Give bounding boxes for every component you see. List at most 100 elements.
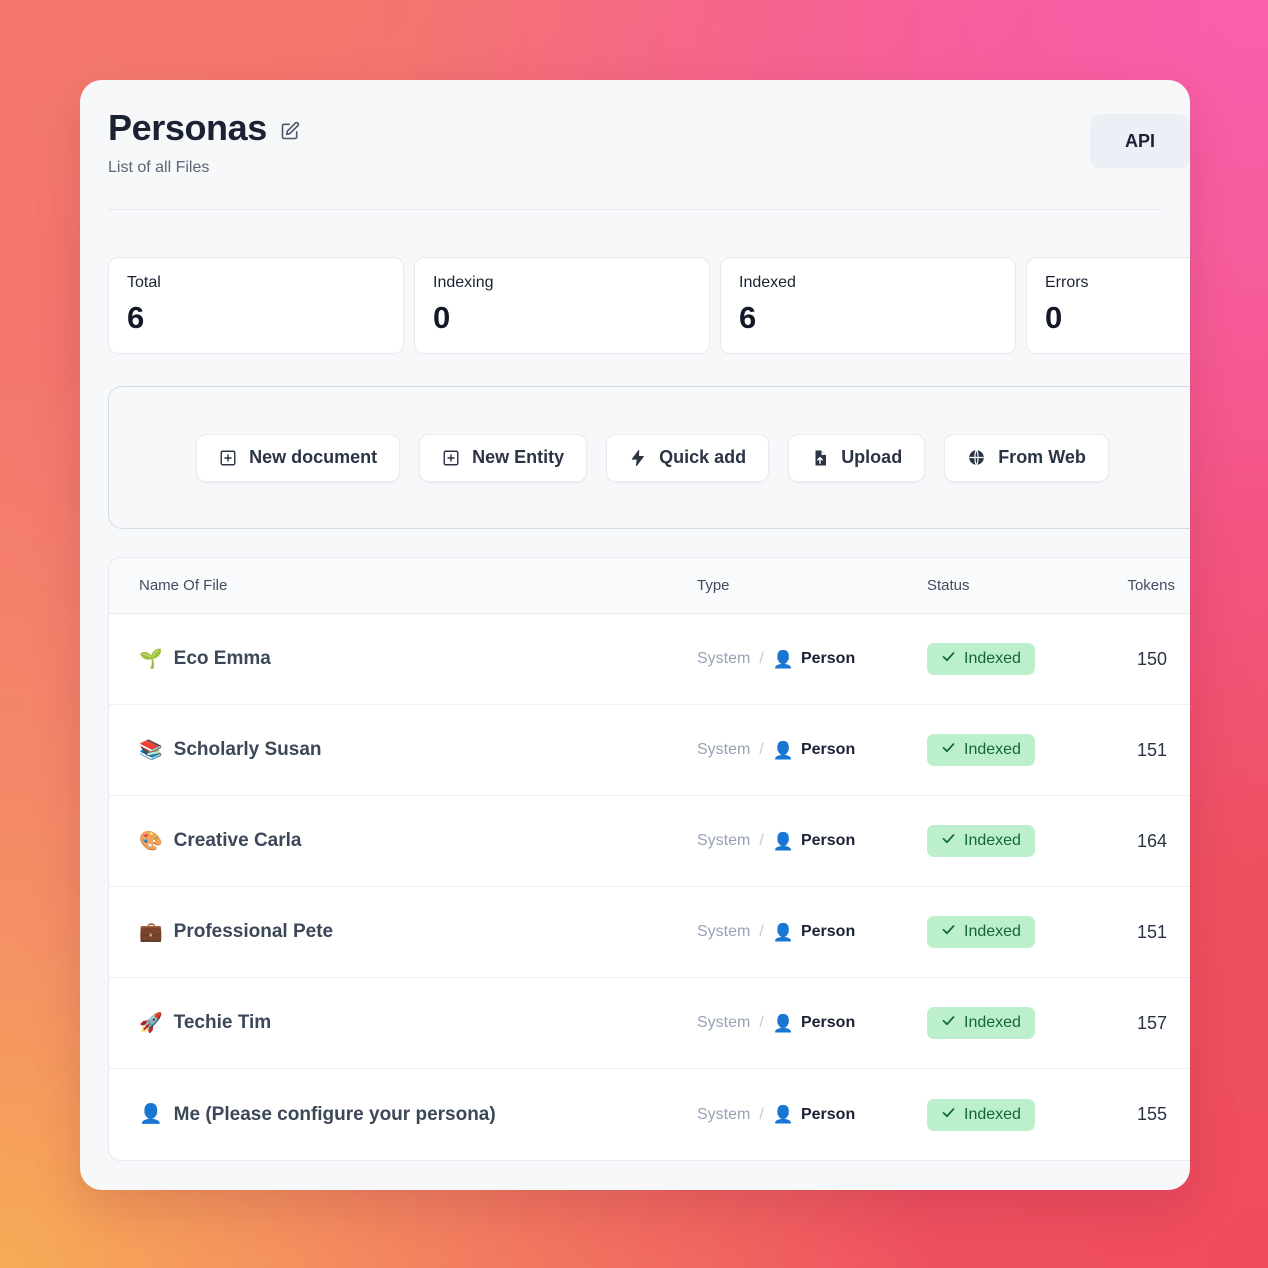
check-icon <box>941 740 956 760</box>
type-person-label: Person <box>800 1105 856 1123</box>
check-icon <box>941 1105 956 1125</box>
table-row[interactable]: 🌱 Eco Emma System / 👤 Person Indexed 150 <box>109 614 1190 706</box>
file-type-cell: System / 👤 Person <box>697 741 927 759</box>
status-label: Indexed <box>964 1014 1021 1032</box>
file-tokens-cell: 151 <box>1136 739 1167 760</box>
status-label: Indexed <box>964 923 1021 941</box>
file-name-label: Scholarly Susan <box>173 739 322 761</box>
stat-value: 6 <box>739 299 757 335</box>
person-icon: 👤 <box>772 649 794 669</box>
file-name-cell[interactable]: 💼 Professional Pete <box>109 921 697 943</box>
table-header-row: Name Of File Type Status Tokens <box>109 558 1190 615</box>
file-emoji-icon: 🎨 <box>139 830 163 852</box>
status-badge: Indexed <box>927 734 1035 767</box>
plus-square-icon <box>219 449 237 467</box>
type-separator: / <box>759 741 764 759</box>
check-icon <box>941 922 956 942</box>
app-card: Personas List of all Files API Total 6 I… <box>80 80 1190 1190</box>
title-row: Personas <box>108 107 1162 148</box>
table-row[interactable]: 📚 Scholarly Susan System / 👤 Person Inde… <box>109 705 1190 797</box>
new-entity-label: New Entity <box>472 447 565 468</box>
stat-card-errors: Errors 0 <box>1026 257 1190 355</box>
file-status-cell: Indexed <box>927 1098 1102 1131</box>
file-emoji-icon: 🌱 <box>139 648 163 670</box>
stat-value: 0 <box>433 299 451 335</box>
file-status-cell: Indexed <box>927 1007 1102 1040</box>
file-name-label: Me (Please configure your persona) <box>173 1103 496 1125</box>
file-name-cell[interactable]: 🎨 Creative Carla <box>109 830 697 852</box>
file-status-cell: Indexed <box>927 643 1102 676</box>
type-system-label: System <box>697 650 751 668</box>
new-document-label: New document <box>249 447 378 468</box>
file-name-cell[interactable]: 👤 Me (Please configure your persona) <box>109 1104 697 1126</box>
status-label: Indexed <box>964 650 1021 668</box>
page-header: Personas List of all Files API <box>80 80 1190 211</box>
type-person-label: Person <box>800 650 856 668</box>
stat-card-total: Total 6 <box>108 257 404 355</box>
from-web-label: From Web <box>998 447 1086 468</box>
status-label: Indexed <box>964 741 1021 759</box>
page-subtitle: List of all Files <box>108 159 210 177</box>
person-icon: 👤 <box>772 1013 794 1033</box>
type-person-label: Person <box>800 741 856 759</box>
from-web-button[interactable]: From Web <box>944 433 1109 482</box>
column-header-status: Status <box>927 577 970 595</box>
type-separator: / <box>759 1105 764 1123</box>
file-status-cell: Indexed <box>927 734 1102 767</box>
file-status-cell: Indexed <box>927 825 1102 858</box>
status-badge: Indexed <box>927 1007 1035 1040</box>
api-button[interactable]: API <box>1090 114 1190 168</box>
status-label: Indexed <box>964 1105 1021 1123</box>
type-person-label: Person <box>800 832 856 850</box>
person-icon: 👤 <box>772 922 794 942</box>
stat-card-indexing: Indexing 0 <box>414 257 710 355</box>
type-separator: / <box>759 650 764 668</box>
type-person-label: Person <box>800 923 856 941</box>
file-emoji-icon: 👤 <box>139 1104 163 1126</box>
file-name-cell[interactable]: 📚 Scholarly Susan <box>109 739 697 761</box>
page-title: Personas <box>108 107 267 148</box>
upload-button[interactable]: Upload <box>788 433 926 482</box>
action-bar: New document New Entity Quick add Upload… <box>108 386 1190 530</box>
type-person-label: Person <box>800 1014 856 1032</box>
edit-pencil-square-icon[interactable] <box>279 120 301 142</box>
person-icon: 👤 <box>772 740 794 760</box>
file-tokens-cell: 155 <box>1136 1104 1167 1125</box>
stat-label: Indexed <box>739 274 796 292</box>
status-badge: Indexed <box>927 643 1035 676</box>
file-emoji-icon: 🚀 <box>139 1012 163 1034</box>
check-icon <box>941 1013 956 1033</box>
new-entity-button[interactable]: New Entity <box>419 433 588 482</box>
file-tokens-cell: 150 <box>1136 648 1167 669</box>
table-row[interactable]: 🚀 Techie Tim System / 👤 Person Indexed 1… <box>109 978 1190 1070</box>
quick-add-button[interactable]: Quick add <box>606 433 770 482</box>
stats-row: Total 6 Indexing 0 Indexed 6 Errors 0 <box>80 210 1190 355</box>
plus-square-icon <box>442 449 460 467</box>
table-row[interactable]: 👤 Me (Please configure your persona) Sys… <box>109 1069 1190 1160</box>
check-icon <box>941 649 956 669</box>
lightning-bolt-icon <box>629 449 647 467</box>
type-system-label: System <box>697 741 751 759</box>
file-name-label: Eco Emma <box>173 648 271 670</box>
file-name-cell[interactable]: 🌱 Eco Emma <box>109 648 697 670</box>
new-document-button[interactable]: New document <box>196 433 401 482</box>
type-system-label: System <box>697 1014 751 1032</box>
quick-add-label: Quick add <box>659 447 747 468</box>
file-tokens-cell: 151 <box>1136 921 1167 942</box>
type-separator: / <box>759 1014 764 1032</box>
file-name-label: Professional Pete <box>173 921 334 943</box>
stat-label: Errors <box>1045 274 1089 292</box>
stat-card-indexed: Indexed 6 <box>720 257 1016 355</box>
stat-value: 0 <box>1045 299 1063 335</box>
file-type-cell: System / 👤 Person <box>697 923 927 941</box>
file-emoji-icon: 📚 <box>139 739 163 761</box>
file-upload-icon <box>811 449 829 467</box>
person-icon: 👤 <box>772 1105 794 1125</box>
column-header-type: Type <box>697 577 730 595</box>
file-name-cell[interactable]: 🚀 Techie Tim <box>109 1012 697 1034</box>
type-system-label: System <box>697 832 751 850</box>
table-row[interactable]: 🎨 Creative Carla System / 👤 Person Index… <box>109 796 1190 888</box>
table-row[interactable]: 💼 Professional Pete System / 👤 Person In… <box>109 887 1190 979</box>
globe-icon <box>967 448 986 467</box>
status-badge: Indexed <box>927 1098 1035 1131</box>
